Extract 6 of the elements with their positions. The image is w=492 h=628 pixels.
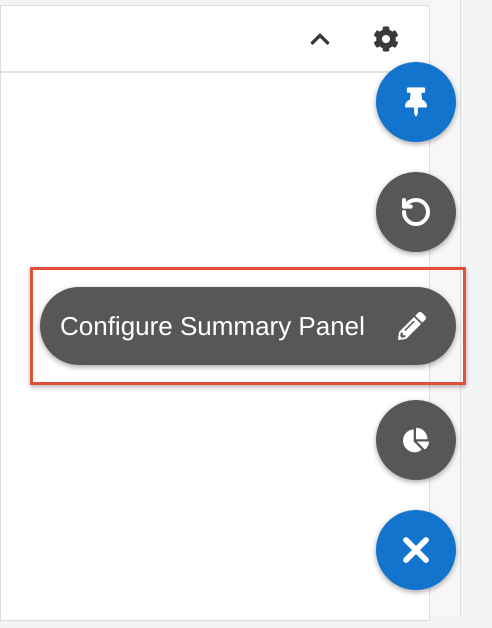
pin-icon	[405, 87, 427, 117]
undo-icon	[400, 196, 432, 228]
pencil-icon	[398, 312, 426, 340]
pie-chart-icon	[403, 427, 429, 453]
configure-button[interactable]: Configure Summary Panel	[40, 287, 456, 365]
settings-icon	[373, 26, 399, 52]
